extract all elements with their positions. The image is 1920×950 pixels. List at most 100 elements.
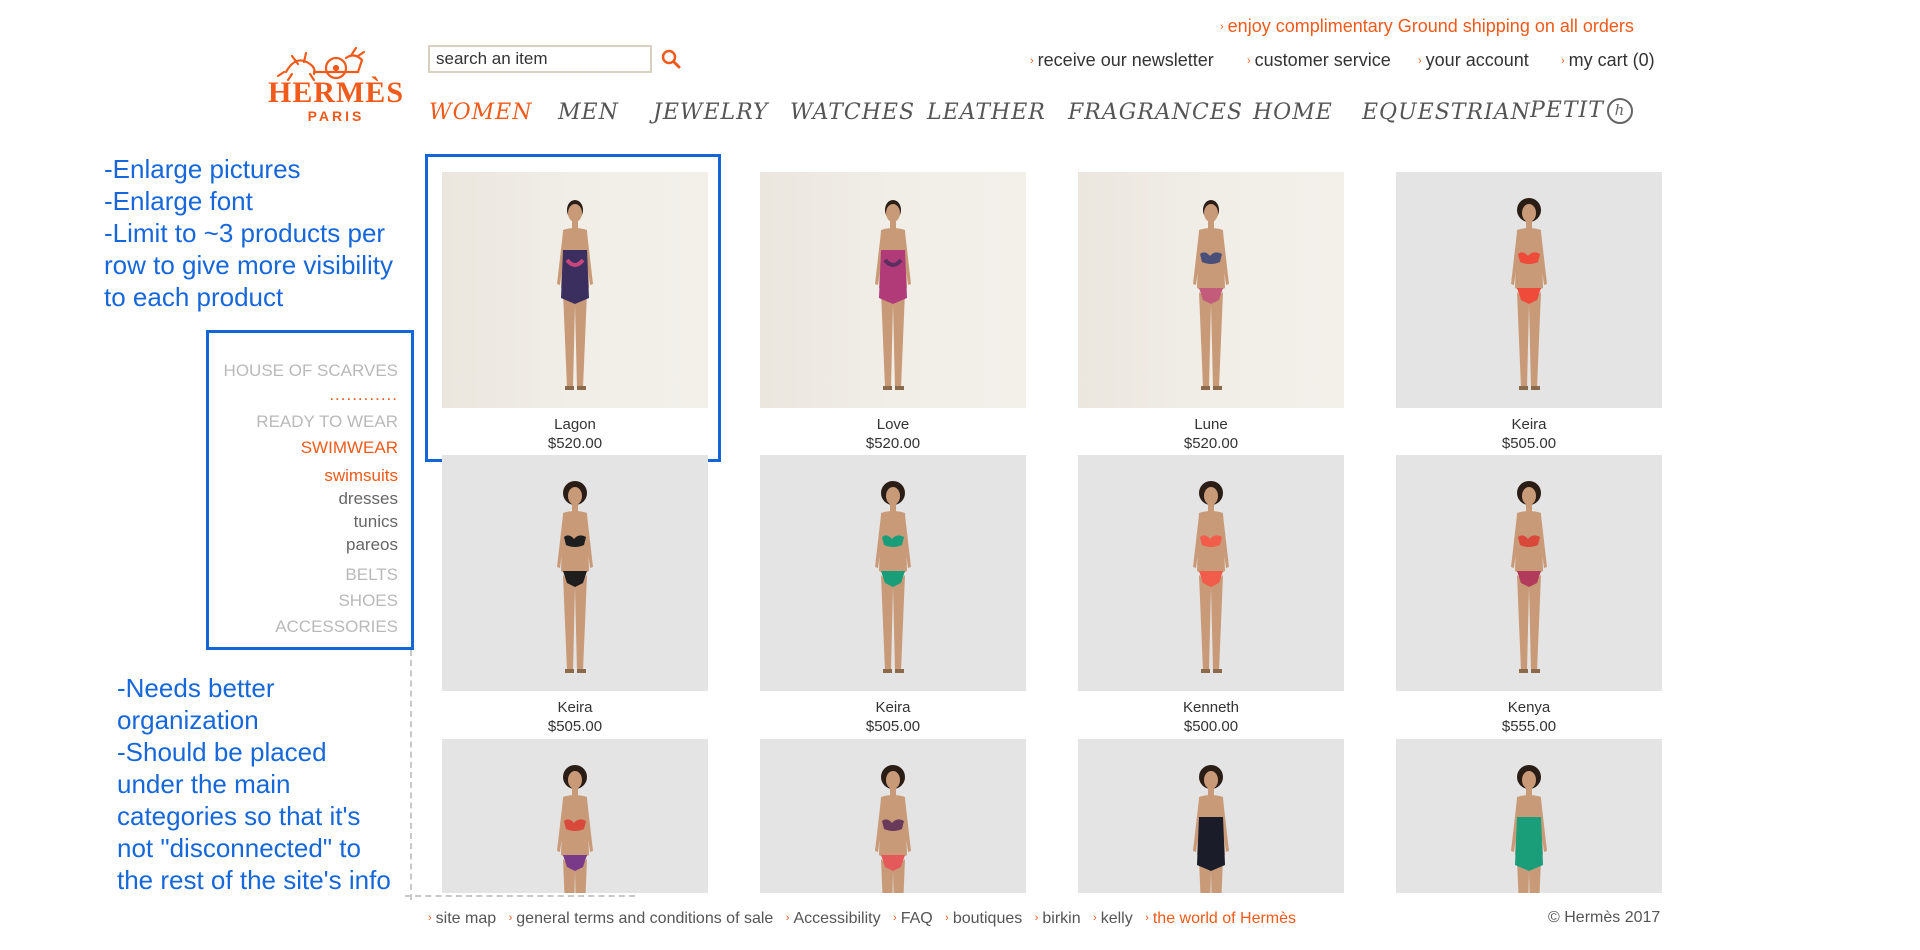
chevron-right-icon: › [428,912,432,924]
model-figure [1193,481,1229,673]
annotation-line: not "disconnected" to [117,833,361,863]
product-image[interactable] [760,455,1026,691]
product-name[interactable]: Lune [1078,416,1344,435]
sidebar-pareos[interactable]: pareos [346,535,398,555]
nav-home[interactable]: HOME [1253,100,1333,125]
search-input[interactable] [430,47,642,71]
product-card[interactable]: Kenneth $500.00 [1078,455,1344,737]
sidebar-swimsuits[interactable]: swimsuits [324,466,398,486]
footer-world-of-hermes[interactable]: › the world of Hermès [1145,910,1296,927]
product-name[interactable]: Kenya [1396,699,1662,718]
nav-petit[interactable]: PETIT h [1530,98,1633,124]
annotation-line: the rest of the site's info [117,865,391,895]
nav-women[interactable]: WOMEN [429,100,532,125]
model-figure [1193,200,1229,390]
nav-leather[interactable]: LEATHER [927,100,1046,125]
footer-boutiques[interactable]: › boutiques [945,910,1022,927]
chevron-right-icon: › [945,912,949,924]
product-name[interactable]: Lagon [442,416,708,435]
product-card[interactable]: Keira $505.00 [1396,172,1662,454]
footer-kelly[interactable]: › kelly [1093,910,1133,927]
annotation-line: -Needs better [117,673,275,703]
product-image[interactable] [1078,172,1344,408]
product-image[interactable] [1396,455,1662,691]
dashed-connector [410,650,412,900]
chevron-right-icon: › [1418,55,1422,67]
product-image[interactable] [760,739,1026,893]
product-image[interactable] [442,739,708,893]
chevron-right-icon: › [1093,912,1097,924]
nav-jewelry[interactable]: JEWELRY [653,100,769,125]
sidebar-ready-to-wear[interactable]: READY TO WEAR [256,412,398,432]
product-name[interactable]: Kenneth [1078,699,1344,718]
product-image[interactable] [1396,172,1662,408]
product-card[interactable] [1396,739,1662,893]
footer-links: › site map › general terms and conditions … [428,910,1304,928]
nav-watches[interactable]: WATCHES [790,100,915,125]
nav-equestrian[interactable]: EQUESTRIAN [1362,100,1531,125]
product-price: $500.00 [1183,718,1239,735]
product-card[interactable] [760,739,1026,893]
chevron-right-icon: › [1220,21,1224,33]
chevron-right-icon: › [1034,912,1039,924]
shipping-promo[interactable]: › enjoy complimentary Ground shipping on … [1220,16,1634,37]
annotation-line: to each product [104,282,284,312]
product-card[interactable]: Kenya $555.00 [1396,455,1662,737]
sidebar-shoes[interactable]: SHOES [338,591,398,611]
chevron-right-icon: › [1145,912,1149,924]
footer-site-map[interactable]: › site map [428,910,496,927]
product-name[interactable]: Keira [442,699,708,718]
product-card[interactable] [442,739,708,893]
model-figure [1193,765,1229,893]
product-price: $520.00 [1183,435,1239,452]
product-card[interactable]: Love $520.00 [760,172,1026,454]
sidebar-swimwear[interactable]: SWIMWEAR [301,438,398,458]
annotation-line: -Should be placed [117,737,327,767]
nav-men[interactable]: MEN [558,100,619,125]
product-card[interactable]: Keira $505.00 [442,455,708,737]
product-name[interactable]: Love [760,416,1026,435]
logo-wordmark: HERMÈS [267,76,405,109]
product-image[interactable] [1078,739,1344,893]
footer-birkin[interactable]: › birkin [1035,910,1081,927]
chevron-right-icon: › [1247,55,1251,67]
product-name[interactable]: Keira [1396,416,1662,435]
model-figure [557,765,593,893]
search-icon[interactable] [660,48,682,70]
annotation-line: organization [117,705,259,735]
model-figure [875,200,911,390]
nav-fragrances[interactable]: FRAGRANCES [1068,100,1243,125]
sidebar-tunics[interactable]: tunics [354,512,398,532]
cart-link[interactable]: › my cart (0) [1561,50,1655,71]
customer-service-link[interactable]: › customer service [1247,50,1391,71]
product-image[interactable] [760,172,1026,408]
footer-terms[interactable]: › general terms and conditions of sale [509,910,774,927]
logo-city: PARIS [307,108,365,124]
product-card[interactable]: Lune $520.00 [1078,172,1344,454]
sidebar-accessories[interactable]: ACCESSORIES [275,617,398,637]
product-image[interactable] [442,172,708,408]
newsletter-link[interactable]: › receive our newsletter [1030,50,1214,71]
sidebar-belts[interactable]: BELTS [345,565,398,585]
product-card[interactable]: Lagon $520.00 [442,172,708,454]
product-card[interactable] [1078,739,1344,893]
footer-accessibility[interactable]: › Accessibility [786,910,881,927]
annotation-line: row to give more visibility [104,250,393,280]
annotation-line: under the main [117,769,291,799]
product-price: $520.00 [547,435,603,452]
product-price: $505.00 [547,718,603,735]
product-image[interactable] [442,455,708,691]
product-price: $555.00 [1501,718,1557,735]
product-card[interactable]: Keira $505.00 [760,455,1026,737]
your-account-link[interactable]: › your account [1418,50,1529,71]
product-image[interactable] [1078,455,1344,691]
search-box[interactable] [428,45,652,73]
product-image[interactable] [1396,739,1662,893]
dashed-connector [405,895,635,897]
product-name[interactable]: Keira [760,699,1026,718]
footer-faq[interactable]: › FAQ [893,910,933,927]
model-figure [875,765,911,893]
sidebar-dresses[interactable]: dresses [338,489,398,509]
sidebar-house-of-scarves[interactable]: HOUSE OF SCARVES [224,361,398,381]
product-price: $505.00 [1501,435,1557,452]
